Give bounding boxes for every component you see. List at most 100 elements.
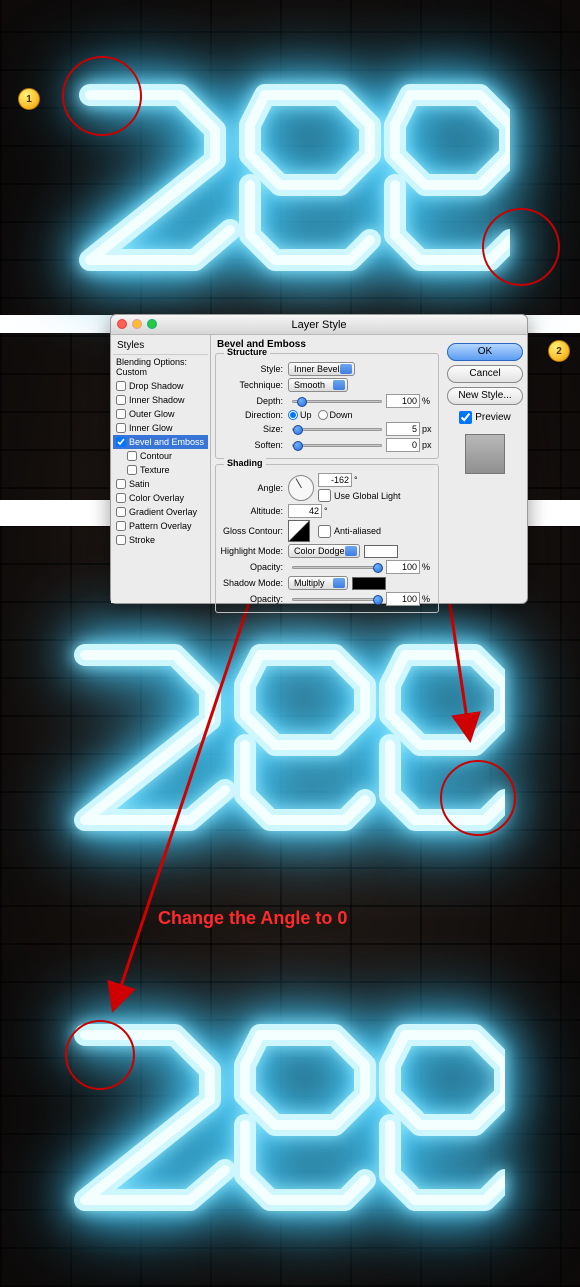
dialog-titlebar[interactable]: Layer Style: [111, 315, 527, 335]
angle-input[interactable]: [318, 473, 352, 487]
annotation-text: Change the Angle to 0: [158, 908, 347, 929]
style-item-bevel-and-emboss[interactable]: Bevel and Emboss: [113, 435, 208, 449]
soften-label: Soften:: [220, 440, 288, 450]
global-light-label: Use Global Light: [334, 491, 401, 501]
preview-checkbox[interactable]: [459, 411, 472, 424]
shadow-mode-select[interactable]: Multiply: [288, 576, 348, 590]
style-item-outer-glow[interactable]: Outer Glow: [113, 407, 208, 421]
style-item-label: Satin: [129, 479, 150, 489]
style-item-gradient-overlay[interactable]: Gradient Overlay: [113, 505, 208, 519]
down-label: Down: [330, 410, 353, 420]
style-item-stroke[interactable]: Stroke: [113, 533, 208, 547]
style-item-pattern-overlay[interactable]: Pattern Overlay: [113, 519, 208, 533]
soften-unit: px: [422, 440, 432, 450]
style-item-label: Pattern Overlay: [129, 521, 192, 531]
blending-options-item[interactable]: Blending Options: Custom: [113, 355, 208, 379]
highlight-color-swatch[interactable]: [364, 545, 398, 558]
minimize-window-icon[interactable]: [132, 319, 142, 329]
depth-unit: %: [422, 396, 430, 406]
shadow-mode-label: Shadow Mode:: [220, 578, 288, 588]
style-checkbox[interactable]: [127, 451, 137, 461]
style-label: Style:: [220, 364, 288, 374]
depth-input[interactable]: [386, 394, 420, 408]
size-unit: px: [422, 424, 432, 434]
styles-header[interactable]: Styles: [113, 337, 208, 355]
highlight-mode-select[interactable]: Color Dodge: [288, 544, 360, 558]
depth-slider[interactable]: [292, 400, 382, 403]
structure-legend: Structure: [224, 347, 270, 357]
global-light-checkbox[interactable]: [318, 489, 331, 502]
size-label: Size:: [220, 424, 288, 434]
style-item-color-overlay[interactable]: Color Overlay: [113, 491, 208, 505]
highlight-opacity-slider[interactable]: [292, 566, 382, 569]
style-item-drop-shadow[interactable]: Drop Shadow: [113, 379, 208, 393]
style-item-label: Texture: [140, 465, 170, 475]
marker-2-badge: 2: [548, 340, 570, 362]
highlight-opacity-label: Opacity:: [220, 562, 288, 572]
technique-select[interactable]: Smooth: [288, 378, 348, 392]
style-checkbox[interactable]: [116, 437, 126, 447]
zoom-window-icon[interactable]: [147, 319, 157, 329]
style-item-satin[interactable]: Satin: [113, 477, 208, 491]
pct-unit-2: %: [422, 594, 430, 604]
shadow-opacity-input[interactable]: [386, 592, 420, 606]
angle-label: Angle:: [220, 483, 288, 493]
shadow-opacity-slider[interactable]: [292, 598, 382, 601]
size-input[interactable]: [386, 422, 420, 436]
anti-aliased-label: Anti-aliased: [334, 526, 381, 536]
soften-input[interactable]: [386, 438, 420, 452]
altitude-label: Altitude:: [220, 506, 288, 516]
technique-label: Technique:: [220, 380, 288, 390]
neon-text-zee-3: [65, 1000, 505, 1230]
highlight-opacity-input[interactable]: [386, 560, 420, 574]
shadow-color-swatch[interactable]: [352, 577, 386, 590]
preview-swatch: [465, 434, 505, 474]
direction-down-radio[interactable]: [318, 410, 328, 420]
highlight-circle-4: [65, 1020, 135, 1090]
depth-label: Depth:: [220, 396, 288, 406]
soften-slider[interactable]: [292, 444, 382, 447]
gloss-contour-swatch[interactable]: [288, 520, 310, 542]
style-checkbox[interactable]: [116, 409, 126, 419]
size-slider[interactable]: [292, 428, 382, 431]
direction-up-radio[interactable]: [288, 410, 298, 420]
new-style-button[interactable]: New Style...: [447, 387, 523, 405]
style-item-label: Stroke: [129, 535, 155, 545]
pct-unit: %: [422, 562, 430, 572]
angle-unit: °: [354, 475, 358, 485]
highlight-mode-label: Highlight Mode:: [220, 546, 288, 556]
style-checkbox[interactable]: [116, 395, 126, 405]
style-checkbox[interactable]: [116, 535, 126, 545]
style-select[interactable]: Inner Bevel: [288, 362, 355, 376]
style-item-label: Inner Glow: [129, 423, 173, 433]
style-checkbox[interactable]: [127, 465, 137, 475]
style-checkbox[interactable]: [116, 493, 126, 503]
dialog-title: Layer Style: [291, 319, 346, 331]
cancel-button[interactable]: Cancel: [447, 365, 523, 383]
style-item-texture[interactable]: Texture: [113, 463, 208, 477]
styles-panel: Styles Blending Options: Custom Drop Sha…: [111, 335, 211, 603]
altitude-input[interactable]: [288, 504, 322, 518]
bevel-emboss-panel: Bevel and Emboss Structure Style: Inner …: [211, 335, 443, 603]
dialog-right-panel: OK Cancel New Style... Preview: [443, 335, 527, 603]
direction-label: Direction:: [220, 410, 288, 420]
style-item-label: Outer Glow: [129, 409, 175, 419]
altitude-unit: °: [324, 506, 328, 516]
style-item-inner-glow[interactable]: Inner Glow: [113, 421, 208, 435]
style-item-label: Drop Shadow: [129, 381, 184, 391]
style-item-contour[interactable]: Contour: [113, 449, 208, 463]
anti-aliased-checkbox[interactable]: [318, 525, 331, 538]
style-item-inner-shadow[interactable]: Inner Shadow: [113, 393, 208, 407]
style-item-label: Contour: [140, 451, 172, 461]
style-checkbox[interactable]: [116, 479, 126, 489]
highlight-circle-3: [440, 760, 516, 836]
style-checkbox[interactable]: [116, 507, 126, 517]
style-checkbox[interactable]: [116, 521, 126, 531]
ok-button[interactable]: OK: [447, 343, 523, 361]
close-window-icon[interactable]: [117, 319, 127, 329]
style-checkbox[interactable]: [116, 423, 126, 433]
style-checkbox[interactable]: [116, 381, 126, 391]
shadow-opacity-label: Opacity:: [220, 594, 288, 604]
angle-dial[interactable]: [288, 475, 314, 501]
shading-legend: Shading: [224, 458, 266, 468]
